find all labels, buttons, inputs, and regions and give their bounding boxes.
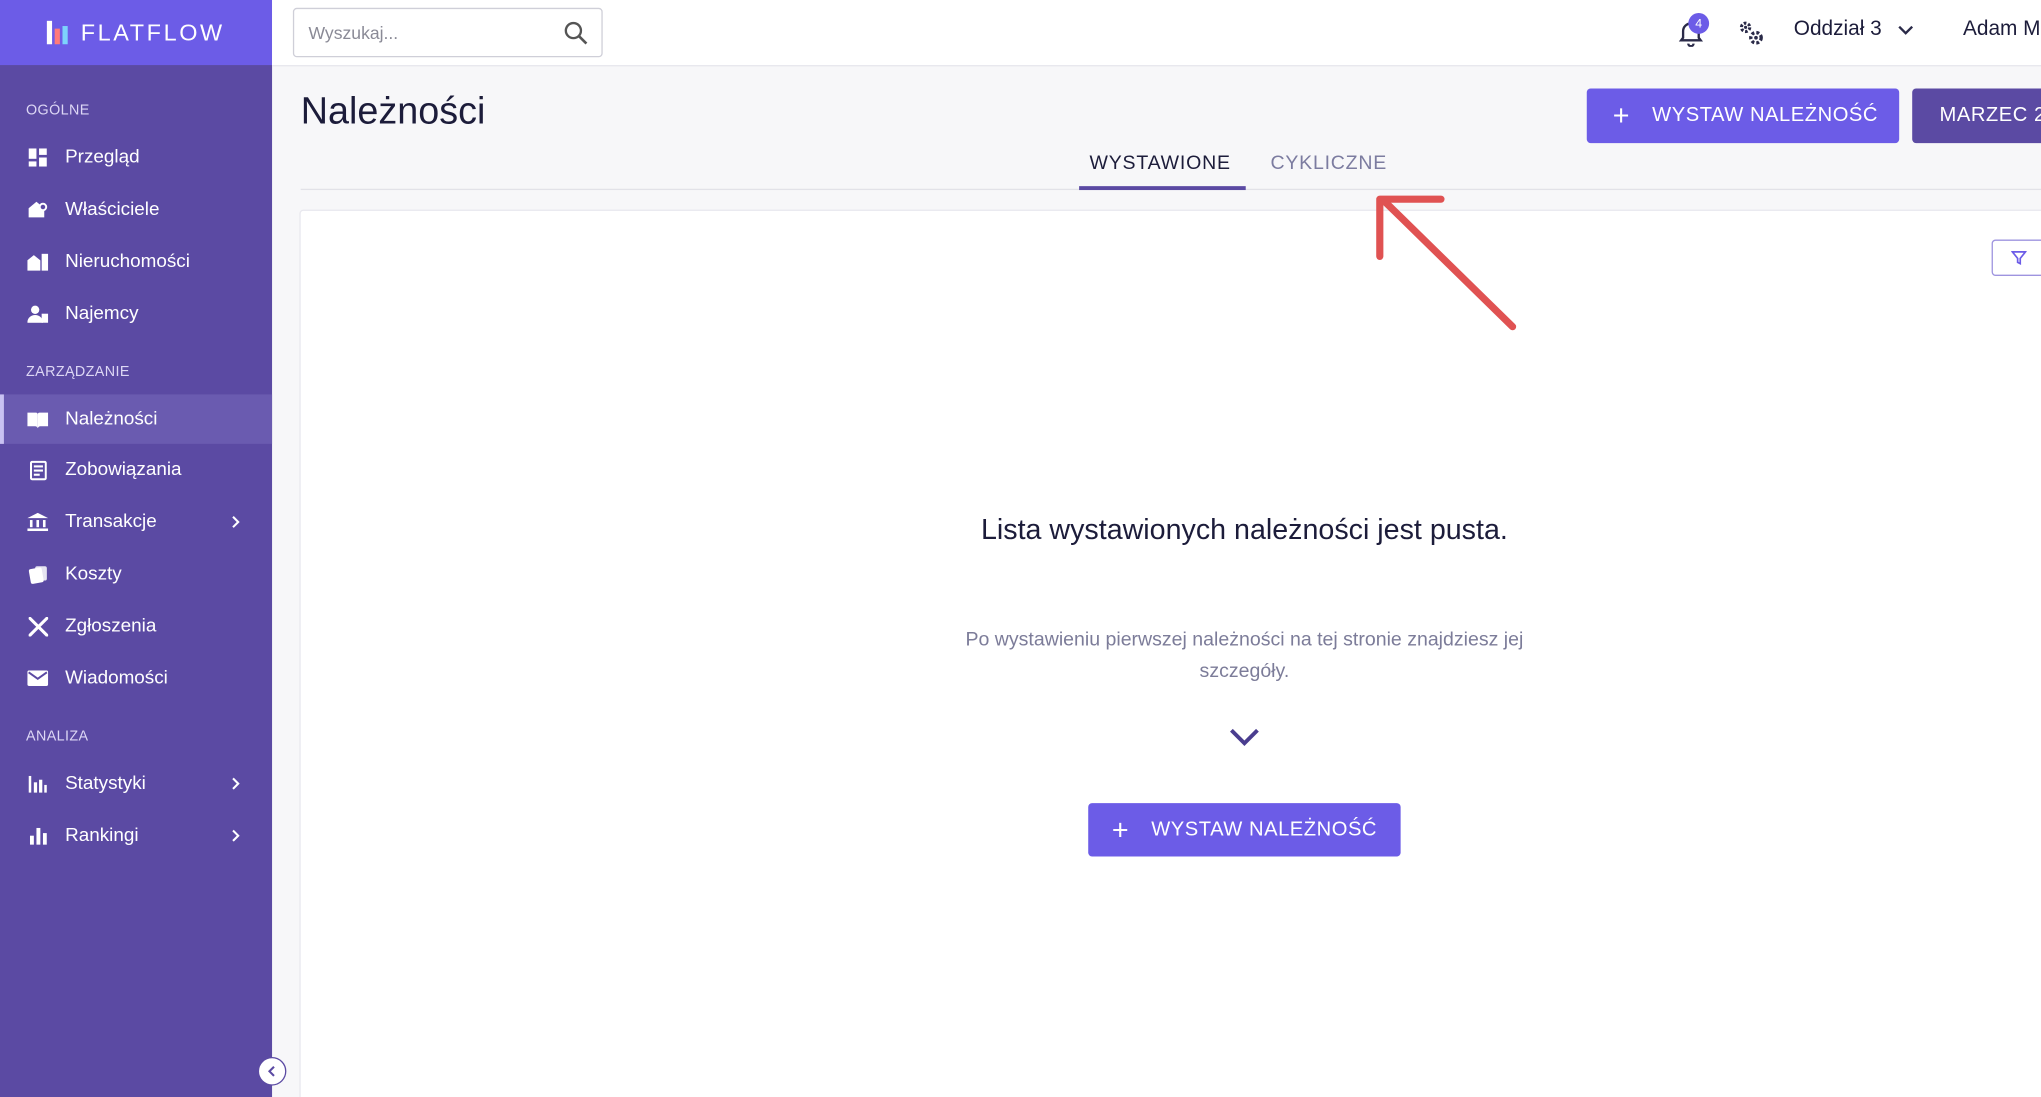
user-menu[interactable]: Adam M (1963, 18, 2041, 41)
empty-state-issue-receivable-button[interactable]: + WYSTAW NALEŻNOŚĆ (1088, 803, 1401, 857)
period-select-button[interactable]: MARZEC 2 (1912, 88, 2041, 144)
empty-state-description: Po wystawieniu pierwszej należności na t… (965, 628, 1524, 683)
search-input[interactable]: Wyszukaj... (292, 7, 603, 58)
chevron-right-icon (232, 777, 240, 790)
section-label-analysis: ANALIZA (26, 728, 89, 745)
sidebar: FLATFLOW OGÓLNE Przegląd Właściciele Nie… (0, 0, 273, 1097)
sidebar-item-label: Należności (65, 408, 158, 430)
annotation-arrow-icon (1376, 195, 1517, 331)
sidebar-item-label: Zgłoszenia (65, 615, 157, 637)
tools-icon (27, 616, 48, 637)
settings-gears-icon[interactable] (1736, 18, 1765, 47)
sidebar-item-messages[interactable]: Wiadomości (0, 653, 272, 702)
sidebar-item-label: Statystyki (65, 773, 146, 795)
sidebar-item-label: Zobowiązania (65, 459, 182, 481)
owners-icon (27, 199, 48, 220)
chevron-left-icon (267, 1066, 275, 1077)
stats-icon (27, 773, 48, 794)
sidebar-item-properties[interactable]: Nieruchomości (0, 237, 272, 286)
chevron-right-icon (232, 829, 240, 842)
topbar: Wyszukaj... 4 Oddział 3 Adam M (272, 0, 2041, 67)
app-name: FLATFLOW (80, 18, 225, 45)
ranking-icon (27, 825, 48, 846)
issue-receivable-button[interactable]: + WYSTAW NALEŻNOŚĆ (1586, 88, 1900, 144)
sidebar-item-receivables[interactable]: Należności (0, 394, 273, 444)
filter-icon (2011, 251, 2027, 265)
sidebar-item-label: Koszty (65, 563, 122, 585)
costs-icon (27, 564, 48, 585)
mail-icon (27, 668, 49, 689)
plus-icon: + (1612, 98, 1631, 132)
search-icon[interactable] (564, 21, 589, 46)
plus-icon: + (1111, 812, 1130, 846)
page-title: Należności (300, 91, 486, 133)
section-label-management: ZARZĄDZANIE (26, 364, 130, 381)
sidebar-item-transactions[interactable]: Transakcje (0, 497, 272, 546)
sidebar-item-label: Rankingi (65, 825, 139, 847)
dashboard-icon (27, 147, 48, 168)
bank-icon (27, 512, 49, 533)
branch-selector[interactable]: Oddział 3 (1794, 18, 1913, 41)
liabilities-icon (27, 460, 48, 481)
sidebar-item-label: Najemcy (65, 303, 139, 325)
sidebar-item-overview[interactable]: Przegląd (0, 133, 272, 182)
buildings-icon (27, 251, 49, 272)
notification-badge: 4 (1688, 13, 1710, 34)
sidebar-item-label: Właściciele (65, 199, 160, 220)
tab-recurring[interactable]: CYKLICZNE (1270, 152, 1387, 174)
sidebar-item-owners[interactable]: Właściciele (0, 185, 272, 234)
logo[interactable]: FLATFLOW (0, 0, 273, 66)
empty-state-title: Lista wystawionych należności jest pusta… (980, 512, 1508, 546)
section-label-general: OGÓLNE (26, 102, 90, 119)
chevron-down-icon (1897, 25, 1913, 35)
sidebar-item-tenants[interactable]: Najemcy (0, 289, 272, 338)
chevron-right-icon (232, 516, 240, 528)
receivables-icon (27, 409, 49, 430)
sidebar-item-label: Przegląd (65, 147, 140, 168)
sidebar-item-costs[interactable]: Koszty (0, 549, 272, 598)
chevron-down-icon (1230, 728, 1259, 747)
issue-receivable-label: WYSTAW NALEŻNOŚĆ (1652, 104, 1878, 127)
sidebar-item-tickets[interactable]: Zgłoszenia (0, 601, 272, 650)
search-placeholder: Wyszukaj... (308, 22, 399, 43)
sidebar-item-rankings[interactable]: Rankingi (0, 811, 272, 860)
active-tab-indicator (1079, 186, 1246, 191)
collapse-sidebar-button[interactable] (257, 1056, 287, 1086)
filter-button[interactable] (1991, 239, 2041, 276)
flatflow-logo-icon (46, 20, 68, 45)
sidebar-item-label: Transakcje (65, 511, 157, 533)
app-canvas: FLATFLOW OGÓLNE Przegląd Właściciele Nie… (0, 0, 2041, 1097)
sidebar-item-label: Wiadomości (65, 667, 168, 689)
branch-label: Oddział 3 (1793, 18, 1882, 41)
cta-label: WYSTAW NALEŻNOŚĆ (1151, 818, 1378, 841)
sidebar-item-statistics[interactable]: Statystyki (0, 759, 272, 808)
sidebar-item-label: Nieruchomości (65, 251, 190, 273)
tab-issued[interactable]: WYSTAWIONE (1090, 152, 1231, 174)
sidebar-item-liabilities[interactable]: Zobowiązania (0, 445, 272, 494)
tenants-icon (27, 303, 49, 324)
